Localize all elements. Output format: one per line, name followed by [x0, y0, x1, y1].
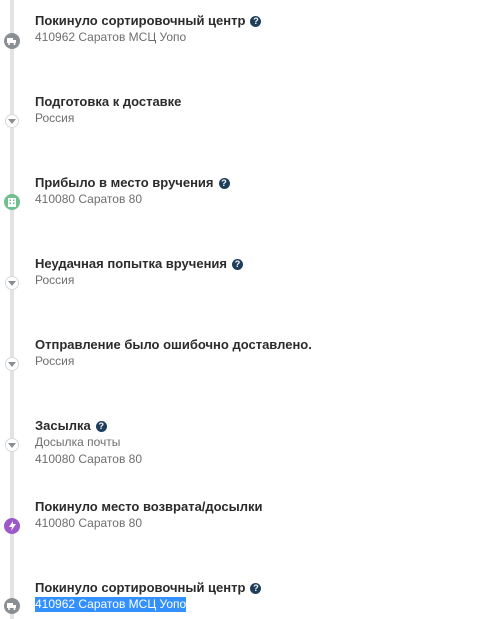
event-title-text: Покинуло место возврата/досылки [35, 499, 263, 514]
event-location: 410080 Саратов 80 [35, 192, 143, 206]
event-title-text: Засылка [35, 418, 91, 433]
truck-icon [4, 33, 20, 49]
event-title: Покинуло место возврата/досылки [35, 499, 263, 515]
event-title-text: Подготовка к доставке [35, 94, 182, 109]
event-detail: Досылка почты [35, 435, 121, 449]
event-location: Россия [35, 273, 75, 287]
chevron-down-icon [5, 438, 19, 452]
event-title-text: Покинуло сортировочный центр [35, 580, 246, 595]
event-location: Россия [35, 354, 75, 368]
event-location: 410962 Саратов МСЦ Уопо [35, 30, 187, 44]
event-location: 410080 Саратов 80 [35, 452, 143, 466]
event-title: Отправление было ошибочно доставлено. [35, 337, 312, 353]
event-title-text: Прибыло в место вручения [35, 175, 214, 190]
chevron-down-icon [5, 114, 19, 128]
event-title: Прибыло в место вручения ? [35, 175, 230, 191]
lightning-icon [4, 518, 20, 534]
event-title: Засылка ? [35, 418, 107, 434]
event-title: Неудачная попытка вручения ? [35, 256, 243, 272]
event-title: Подготовка к доставке [35, 94, 181, 110]
help-icon[interactable]: ? [95, 420, 107, 432]
event-title-text: Неудачная попытка вручения [35, 256, 227, 271]
event-title: Покинуло сортировочный центр ? [35, 580, 262, 596]
building-icon [4, 194, 20, 210]
tracking-timeline: Покинуло сортировочный центр ? 410962 Са… [0, 0, 477, 619]
help-icon[interactable]: ? [250, 582, 262, 594]
event-location: 410080 Саратов 80 [35, 516, 143, 530]
chevron-down-icon [5, 357, 19, 371]
event-title: Покинуло сортировочный центр ? [35, 13, 262, 29]
event-location-selected[interactable]: 410962 Саратов МСЦ Уопо [35, 597, 187, 612]
event-title-text: Покинуло сортировочный центр [35, 13, 246, 28]
help-icon[interactable]: ? [218, 177, 230, 189]
chevron-down-icon [5, 276, 19, 290]
truck-icon [4, 598, 20, 614]
event-title-text: Отправление было ошибочно доставлено. [35, 337, 312, 352]
help-icon[interactable]: ? [232, 258, 243, 270]
event-location: Россия [35, 111, 75, 125]
help-icon[interactable]: ? [250, 15, 262, 27]
